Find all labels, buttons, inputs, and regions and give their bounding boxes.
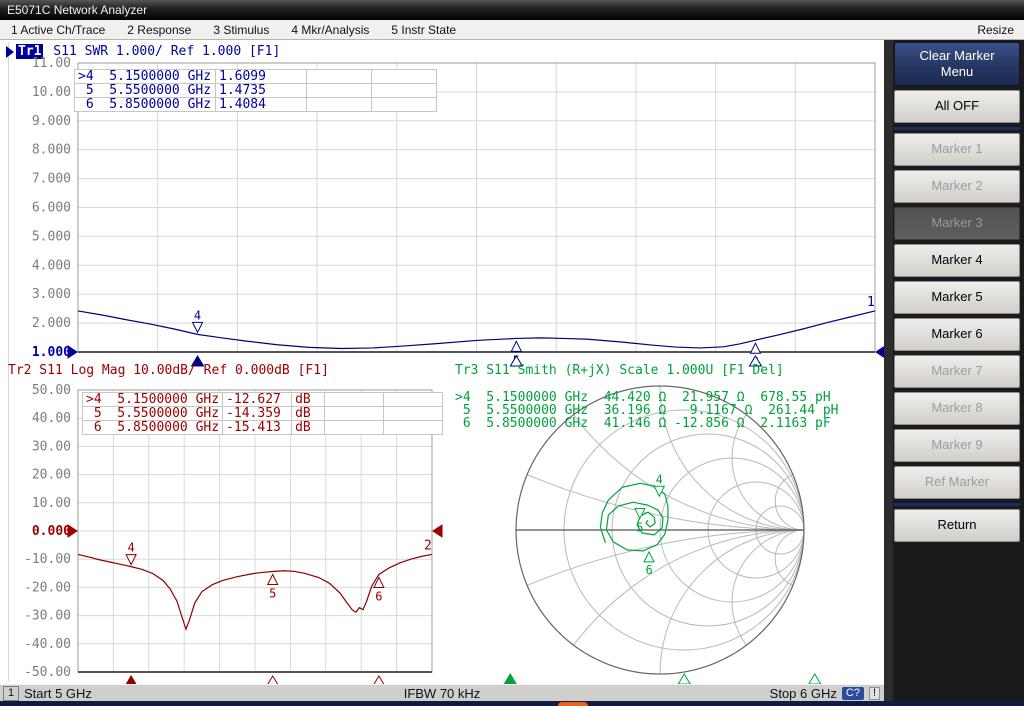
tr3-header: Tr3 S11 Smith (R+jX) Scale 1.000U [F1 De… [455, 363, 784, 378]
svg-text:11.00: 11.00 [32, 56, 71, 71]
svg-text:6: 6 [645, 563, 652, 577]
tr1-marker-table: >4 5.1500000 GHz1.6099 5 5.5500000 GHz1.… [74, 69, 437, 112]
ifbw-label: IFBW 70 kHz [404, 686, 481, 701]
svg-text:4: 4 [194, 308, 201, 322]
menu-item-4[interactable]: 4 Mkr/Analysis [280, 23, 380, 37]
network-analyzer-screen: E5071C Network Analyzer 1 Active Ch/Trac… [0, 0, 1024, 706]
softkey-return[interactable]: Return [894, 509, 1020, 542]
softkey-marker-5[interactable]: Marker 5 [894, 281, 1020, 314]
softkey-ref-marker: Ref Marker [894, 466, 1020, 499]
channel-indicator: 1 [3, 686, 19, 701]
svg-text:10.00: 10.00 [32, 496, 71, 511]
tr1-header-text: S11 SWR 1.000/ Ref 1.000 [F1] [45, 44, 280, 59]
softkey-marker-4[interactable]: Marker 4 [894, 244, 1020, 277]
svg-text:-50.00: -50.00 [24, 665, 71, 680]
svg-text:0.000: 0.000 [32, 524, 71, 539]
resize-button[interactable]: Resize [967, 20, 1024, 40]
status-bar: 1 Start 5 GHz IFBW 70 kHz Stop 6 GHz C? … [0, 684, 884, 702]
svg-text:1.000: 1.000 [32, 345, 71, 360]
svg-text:-40.00: -40.00 [24, 637, 71, 652]
svg-text:40.00: 40.00 [32, 411, 71, 426]
svg-text:20.00: 20.00 [32, 468, 71, 483]
marker-table-row: 5 5.5500000 GHz-14.359dB [83, 407, 443, 421]
svg-text:5.000: 5.000 [32, 229, 71, 244]
menu-item-5[interactable]: 5 Instr State [380, 23, 467, 37]
softkey-marker-2: Marker 2 [894, 170, 1020, 203]
taskbar-icon-fragment [558, 702, 588, 706]
svg-text:6.000: 6.000 [32, 201, 71, 216]
softkey-marker-3[interactable]: Marker 3 [894, 207, 1020, 240]
softkey-marker-7: Marker 7 [894, 355, 1020, 388]
title-bar: E5071C Network Analyzer [0, 0, 1024, 20]
svg-text:4.000: 4.000 [32, 258, 71, 273]
softkey-scroll-strip[interactable] [884, 40, 893, 701]
softkey-marker-8: Marker 8 [894, 392, 1020, 425]
svg-text:-10.00: -10.00 [24, 552, 71, 567]
softkey-marker-1: Marker 1 [894, 133, 1020, 166]
svg-text:2: 2 [424, 538, 432, 553]
stop-frequency-label: Stop 6 GHz [770, 686, 837, 701]
active-trace-arrow-icon [6, 46, 14, 58]
start-frequency-label: Start 5 GHz [24, 686, 92, 701]
tr3-marker-readout: >4 5.1500000 GHz 44.420 Ω 21.957 Ω 678.5… [455, 391, 839, 430]
svg-text:10.00: 10.00 [32, 85, 71, 100]
tr2-marker-table: >4 5.1500000 GHz-12.627dB 5 5.5500000 GH… [82, 392, 443, 435]
menu-item-1[interactable]: 1 Active Ch/Trace [0, 23, 116, 37]
softkey-separator [894, 502, 1020, 506]
softkey-menu-title: Clear Marker Menu [894, 42, 1020, 86]
softkey-all-off[interactable]: All OFF [894, 90, 1020, 123]
bottom-strip [0, 701, 1024, 706]
menu-item-2[interactable]: 2 Response [116, 23, 202, 37]
svg-text:8.000: 8.000 [32, 143, 71, 158]
svg-text:6: 6 [375, 589, 382, 603]
svg-text:4: 4 [656, 472, 663, 486]
svg-text:5: 5 [269, 586, 276, 600]
tr2-header: Tr2 S11 Log Mag 10.00dB/ Ref 0.000dB [F1… [8, 363, 329, 378]
softkey-sidebar: Clear Marker Menu All OFF Marker 1 Marker … [884, 40, 1024, 701]
alert-badge: ! [869, 687, 880, 700]
marker-table-row: 5 5.5500000 GHz1.4735 [75, 84, 437, 98]
svg-text:7.000: 7.000 [32, 172, 71, 187]
softkey-marker-9: Marker 9 [894, 429, 1020, 462]
softkey-menu: Clear Marker Menu All OFF Marker 1 Marker … [894, 42, 1020, 544]
svg-text:2.000: 2.000 [32, 316, 71, 331]
svg-text:50.00: 50.00 [32, 383, 71, 398]
marker-table-row: >4 5.1500000 GHz1.6099 [75, 70, 437, 84]
menu-item-3[interactable]: 3 Stimulus [202, 23, 280, 37]
svg-text:4: 4 [127, 541, 134, 555]
svg-text:30.00: 30.00 [32, 439, 71, 454]
svg-text:5: 5 [636, 520, 643, 534]
softkey-marker-6[interactable]: Marker 6 [894, 318, 1020, 351]
menu-bar: 1 Active Ch/Trace2 Response3 Stimulus4 M… [0, 20, 1024, 40]
svg-text:3.000: 3.000 [32, 287, 71, 302]
marker-table-row: 6 5.8500000 GHz1.4084 [75, 98, 437, 112]
correction-badge: C? [842, 687, 864, 700]
window-title: E5071C Network Analyzer [7, 3, 147, 17]
menu-items: 1 Active Ch/Trace2 Response3 Stimulus4 M… [0, 20, 467, 40]
marker-table-row: 6 5.8500000 GHz-15.413dB [83, 421, 443, 435]
svg-text:-30.00: -30.00 [24, 609, 71, 624]
svg-text:9.000: 9.000 [32, 114, 71, 129]
smith-readout-row: 6 5.8500000 GHz 41.146 Ω -12.856 Ω 2.116… [455, 417, 839, 430]
marker-table-row: >4 5.1500000 GHz-12.627dB [83, 393, 443, 407]
svg-text:-20.00: -20.00 [24, 580, 71, 595]
softkey-separator [894, 126, 1020, 130]
svg-text:1: 1 [867, 295, 875, 310]
